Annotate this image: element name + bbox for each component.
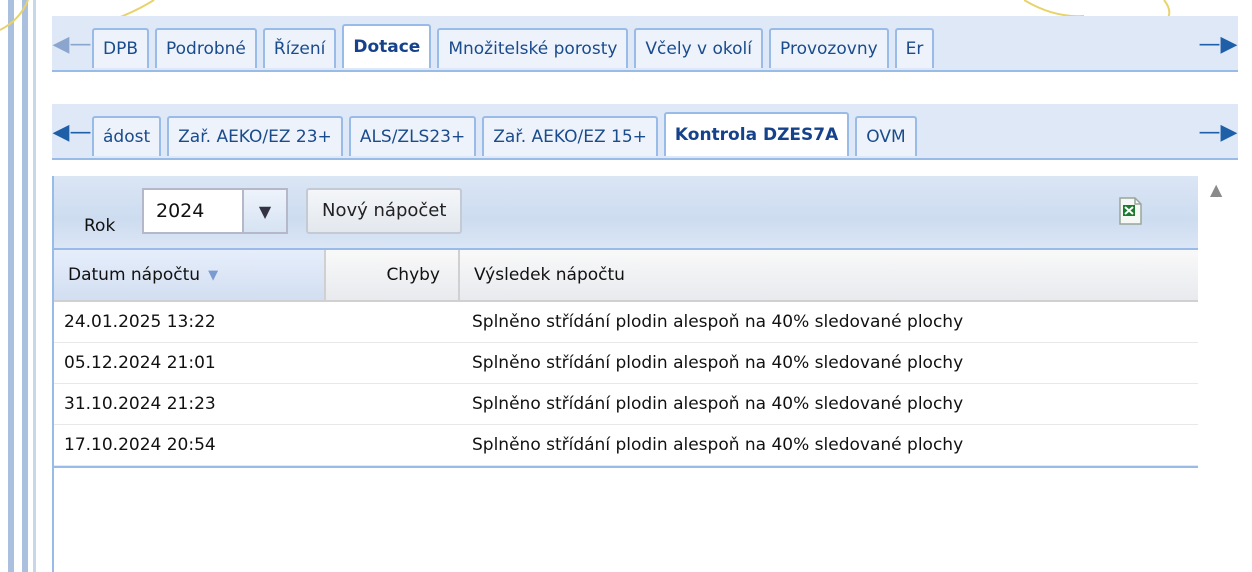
left-frame-bar [8, 0, 14, 572]
left-frame-bar [33, 0, 36, 572]
top-tab[interactable]: Řízení [262, 28, 337, 68]
scroll-left-arrow-icon[interactable]: ◀— [52, 112, 92, 152]
table-row[interactable]: 24.01.2025 13:22 Splněno střídání plodin … [54, 302, 1198, 343]
sub-tab[interactable]: ALS/ZLS23+ [348, 116, 477, 156]
sub-tab-strip: ◀— ádost Zař. AEKO/EZ 23+ ALS/ZLS23+ Zař. A… [52, 104, 1238, 160]
date-cell: 17.10.2024 20:54 [64, 435, 216, 455]
result-cell: Splněno střídání plodin alespoň na 40% s… [472, 394, 964, 414]
decorative-curve [0, 0, 29, 31]
column-header-label: Výsledek nápočtu [474, 265, 625, 285]
top-tab[interactable]: Podrobné [155, 28, 257, 68]
result-cell: Splněno střídání plodin alespoň na 40% s… [472, 353, 964, 373]
scroll-right-arrow-icon[interactable]: —▶ [1198, 24, 1238, 64]
top-tab[interactable]: DPB [92, 28, 150, 68]
year-value[interactable]: 2024 [144, 190, 242, 232]
table-row[interactable]: 05.12.2024 21:01 Splněno střídání plodin … [54, 343, 1198, 384]
chevron-down-icon[interactable]: ▼ [242, 190, 286, 232]
tab-body-gap [52, 72, 1238, 102]
grid-body: 24.01.2025 13:22 Splněno střídání plodin … [54, 302, 1198, 466]
new-calculation-button[interactable]: Nový nápočet [306, 188, 463, 234]
scroll-right-arrow-icon[interactable]: —▶ [1198, 112, 1238, 152]
grid-bottom-border [54, 466, 1198, 468]
result-cell: Splněno střídání plodin alespoň na 40% s… [472, 435, 964, 455]
date-cell: 24.01.2025 13:22 [64, 312, 216, 332]
sub-tab[interactable]: Zař. AEKO/EZ 15+ [482, 116, 658, 156]
column-header-date[interactable]: Datum nápočtu ▼ [54, 250, 326, 300]
control-panel: Rok 2024 ▼ Nový nápočet Datum nápočtu ▼ … [52, 176, 1198, 572]
sub-tab[interactable]: Zař. AEKO/EZ 23+ [167, 116, 343, 156]
scroll-up-arrow-icon[interactable]: ▲ [1210, 180, 1222, 199]
left-frame-bar [22, 0, 28, 572]
top-tab[interactable]: Provozovny [769, 28, 889, 68]
result-cell: Splněno střídání plodin alespoň na 40% s… [472, 312, 964, 332]
sort-desc-icon[interactable]: ▼ [208, 268, 218, 283]
top-tab[interactable]: Včely v okolí [634, 28, 763, 68]
sub-tab[interactable]: OVM [855, 116, 917, 156]
column-header-result[interactable]: Výsledek nápočtu [460, 250, 1198, 300]
date-cell: 05.12.2024 21:01 [64, 353, 216, 373]
sub-tab[interactable]: Kontrola DZES7A [663, 112, 850, 156]
column-header-label: Datum nápočtu [68, 265, 201, 285]
year-label: Rok [84, 216, 116, 236]
table-row[interactable]: 17.10.2024 20:54 Splněno střídání plodin … [54, 425, 1198, 466]
top-tab-strip: ◀— DPB Podrobné Řízení Dotace Množitelské po… [52, 16, 1238, 72]
top-tabs: DPB Podrobné Řízení Dotace Množitelské poros… [92, 24, 1198, 68]
column-header-errors[interactable]: Chyby [326, 250, 460, 300]
sub-tabs: ádost Zař. AEKO/EZ 23+ ALS/ZLS23+ Zař. AEKO… [92, 112, 1198, 156]
sub-tab[interactable]: ádost [92, 116, 162, 156]
vertical-scrollbar[interactable]: ▲ [1198, 176, 1238, 572]
top-tab[interactable]: Dotace [342, 24, 432, 68]
year-select[interactable]: 2024 ▼ [142, 188, 288, 234]
date-cell: 31.10.2024 21:23 [64, 394, 216, 414]
top-tab[interactable]: Množitelské porosty [437, 28, 629, 68]
table-row[interactable]: 31.10.2024 21:23 Splněno střídání plodin … [54, 384, 1198, 425]
toolbar: Rok 2024 ▼ Nový nápočet [54, 176, 1198, 250]
column-header-label: Chyby [386, 265, 440, 285]
top-tab[interactable]: Er [894, 28, 935, 68]
scroll-left-arrow-icon[interactable]: ◀— [52, 24, 92, 64]
grid-header: Datum nápočtu ▼ Chyby Výsledek nápočtu [54, 250, 1198, 302]
excel-export-icon[interactable] [1116, 196, 1144, 226]
